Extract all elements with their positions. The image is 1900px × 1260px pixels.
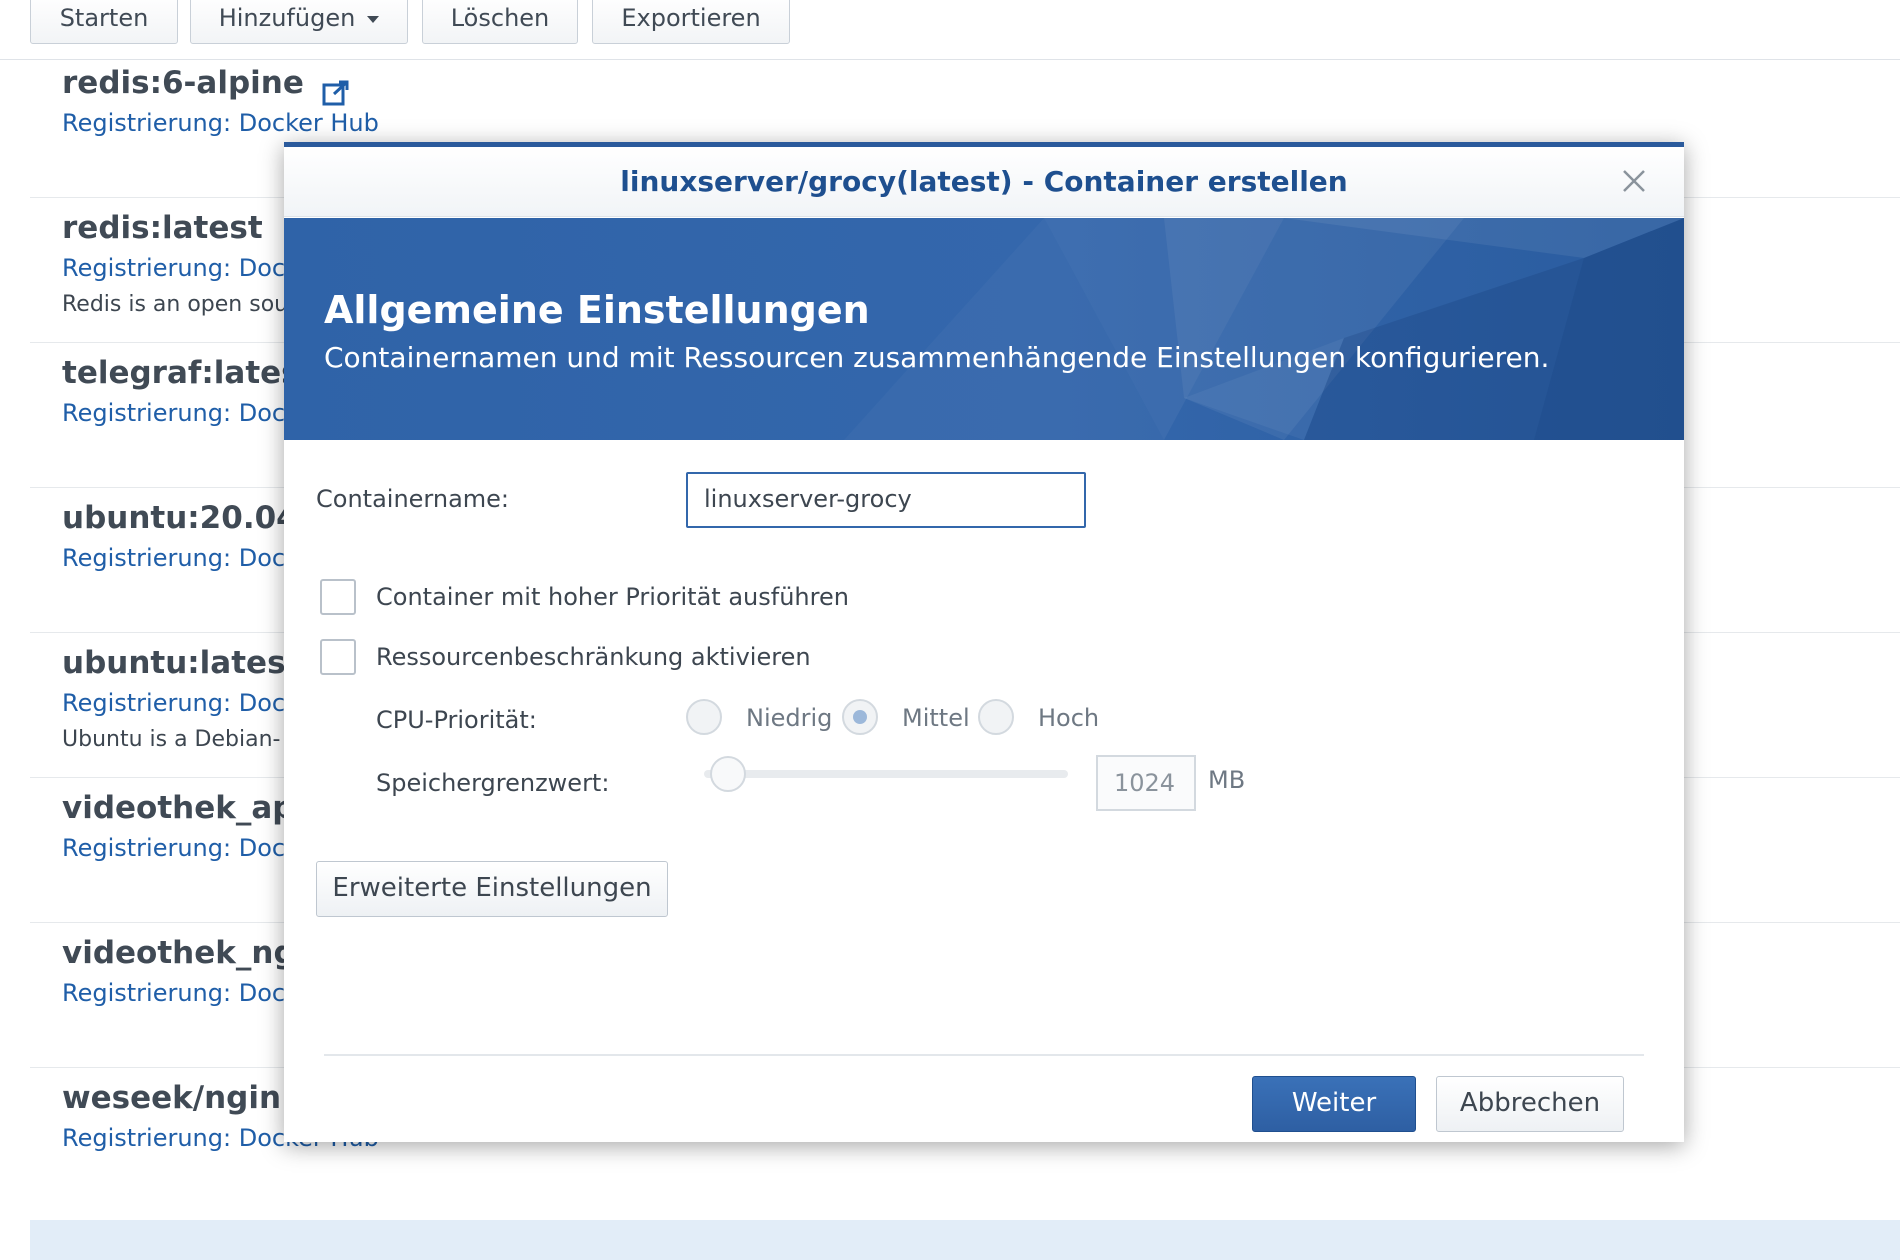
image-registry: Registrierung: Doc	[62, 254, 286, 282]
image-name: redis:6-alpine	[62, 65, 304, 101]
container-name-input[interactable]: linuxserver-grocy	[686, 472, 1086, 528]
banner-title: Allgemeine Einstellungen	[324, 288, 870, 332]
container-name-label: Containername:	[316, 485, 510, 513]
dialog-title: linuxserver/grocy(latest) - Container er…	[620, 165, 1348, 198]
image-name: weseek/ngin	[62, 1080, 282, 1116]
memory-slider-handle[interactable]	[710, 756, 746, 792]
next-button[interactable]: Weiter	[1252, 1076, 1416, 1132]
image-name: videothek_ap	[62, 790, 295, 826]
banner-subtitle: Containernamen und mit Ressourcen zusamm…	[324, 341, 1550, 374]
image-registry: Registrierung: Doc	[62, 544, 286, 572]
image-registry: Registrierung: Docker Hub	[62, 109, 379, 137]
close-icon[interactable]	[1618, 165, 1650, 197]
memory-limit-input[interactable]: 1024	[1096, 755, 1196, 811]
footer-divider	[324, 1054, 1644, 1056]
image-name: telegraf:lates	[62, 355, 300, 391]
image-name: ubuntu:latest	[62, 645, 301, 681]
external-link-icon[interactable]	[322, 80, 350, 106]
cpu-priority-label: CPU-Priorität:	[376, 706, 537, 734]
image-description: Redis is an open sou	[62, 292, 289, 317]
add-dropdown-button[interactable]: Hinzufügen	[190, 0, 408, 44]
image-registry: Registrierung: Doc	[62, 834, 286, 862]
export-button[interactable]: Exportieren	[592, 0, 790, 44]
section-banner: Allgemeine Einstellungen Containernamen …	[284, 218, 1684, 440]
image-name: videothek_ng	[62, 935, 296, 971]
selected-image-row[interactable]	[30, 1220, 1900, 1260]
image-registry: Registrierung: Doc	[62, 689, 286, 717]
high-priority-label: Container mit hoher Priorität ausführen	[376, 583, 849, 611]
cancel-button[interactable]: Abbrechen	[1436, 1076, 1624, 1132]
advanced-settings-button[interactable]: Erweiterte Einstellungen	[316, 861, 668, 917]
delete-button[interactable]: Löschen	[422, 0, 578, 44]
cpu-low-label: Niedrig	[746, 704, 833, 732]
image-registry: Registrierung: Doc	[62, 979, 286, 1007]
high-priority-checkbox[interactable]	[320, 579, 356, 615]
dialog-header: linuxserver/grocy(latest) - Container er…	[284, 147, 1684, 217]
cpu-high-label: Hoch	[1038, 704, 1100, 732]
cpu-medium-radio[interactable]	[842, 699, 878, 735]
cpu-medium-label: Mittel	[902, 704, 970, 732]
chevron-down-icon	[367, 15, 380, 23]
add-button-label: Hinzufügen	[218, 4, 356, 32]
memory-unit-label: MB	[1208, 766, 1246, 794]
cpu-high-radio[interactable]	[978, 699, 1014, 735]
start-button[interactable]: Starten	[30, 0, 178, 44]
image-name: redis:latest	[62, 210, 263, 246]
toolbar: Starten Hinzufügen Löschen Exportieren	[0, 0, 1900, 60]
resource-limit-checkbox[interactable]	[320, 639, 356, 675]
image-description: Ubuntu is a Debian-	[62, 727, 281, 752]
resource-limit-label: Ressourcenbeschränkung aktivieren	[376, 643, 811, 671]
memory-slider-track[interactable]	[704, 770, 1068, 778]
cpu-low-radio[interactable]	[686, 699, 722, 735]
image-registry: Registrierung: Doc	[62, 399, 286, 427]
image-name: ubuntu:20.04	[62, 500, 298, 536]
create-container-dialog: linuxserver/grocy(latest) - Container er…	[284, 142, 1684, 1142]
memory-limit-label: Speichergrenzwert:	[376, 769, 610, 797]
